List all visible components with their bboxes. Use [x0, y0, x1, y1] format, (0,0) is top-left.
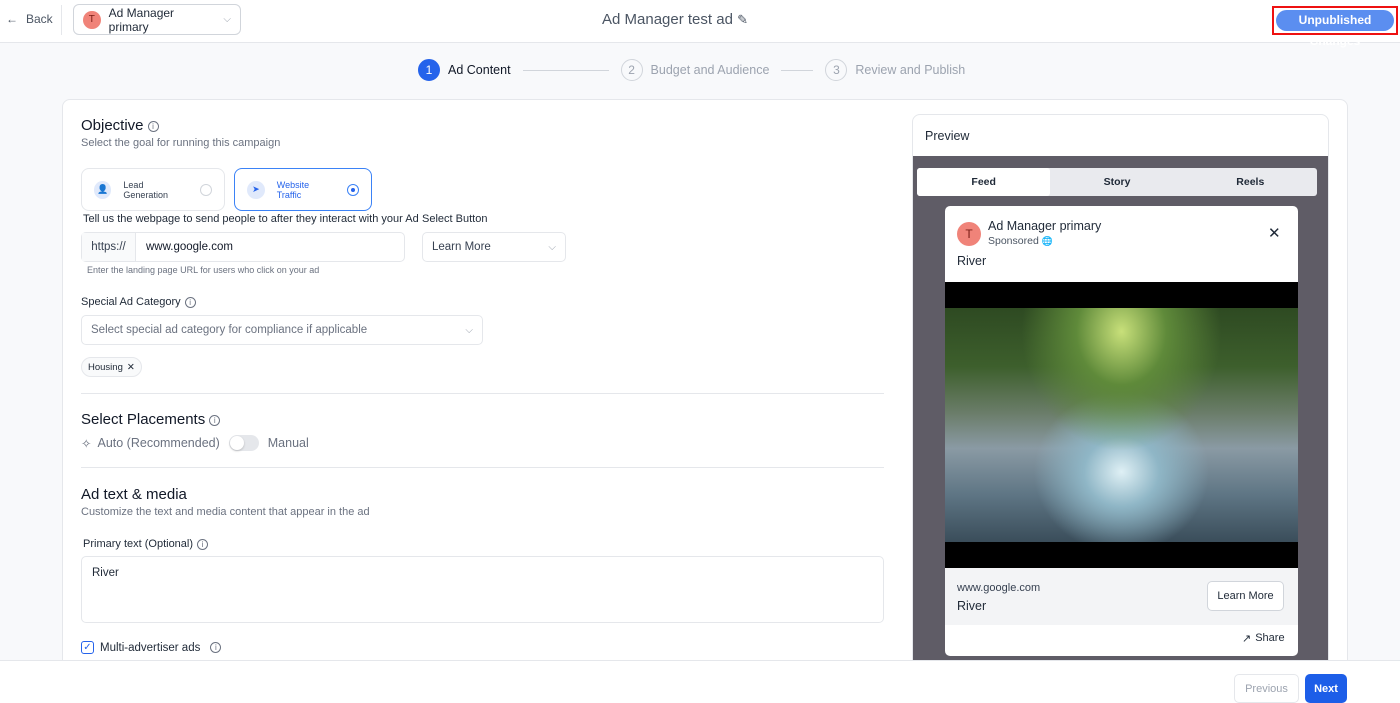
- tab-reels[interactable]: Reels: [1184, 168, 1317, 196]
- chevron-down-icon: ⌵: [223, 14, 231, 25]
- divider: [81, 467, 884, 468]
- placements-toggle-row: ✧ Auto (Recommended) Manual: [81, 435, 309, 451]
- preview-panel: Preview Feed Story Reels T Ad Manager pr…: [912, 114, 1329, 674]
- step-number: 2: [620, 59, 643, 81]
- step-label: Budget and Audience: [650, 63, 770, 77]
- user-icon: 👤: [94, 180, 112, 199]
- info-icon[interactable]: i: [209, 414, 221, 426]
- step-number: 3: [825, 59, 848, 81]
- objective-website-traffic[interactable]: ➤ Website Traffic: [234, 168, 372, 211]
- next-button[interactable]: Next: [1305, 674, 1347, 703]
- previous-button[interactable]: Previous: [1234, 674, 1299, 703]
- section-subtitle: Customize the text and media content tha…: [81, 506, 370, 518]
- step-label: Ad Content: [448, 63, 511, 77]
- select-button-label: Select Button: [422, 213, 488, 225]
- learn-more-button[interactable]: Learn More: [1207, 581, 1284, 611]
- sparkle-icon: ✧: [81, 436, 92, 451]
- share-icon: ↗: [1242, 633, 1252, 645]
- divider: [81, 393, 884, 394]
- ad-preview-card: T Ad Manager primary Sponsored 🌐 ✕ River…: [945, 206, 1298, 656]
- section-title: Ad text & media: [81, 486, 187, 503]
- step-number: 1: [418, 59, 440, 81]
- tab-feed[interactable]: Feed: [917, 168, 1051, 196]
- divider: [61, 5, 62, 35]
- placements-toggle[interactable]: [228, 435, 259, 451]
- ad-image: [945, 282, 1298, 568]
- page-title[interactable]: Ad Manager test ad ✎: [602, 11, 748, 28]
- section-subtitle: Select the goal for running this campaig…: [81, 137, 281, 149]
- checkbox[interactable]: ✓: [81, 641, 94, 654]
- chevron-down-icon: ⌵: [465, 324, 473, 336]
- special-category-select[interactable]: Select special ad category for complianc…: [81, 315, 483, 345]
- info-icon[interactable]: i: [147, 120, 159, 132]
- url-help: Enter the landing page URL for users who…: [87, 265, 320, 275]
- account-select[interactable]: T Ad Manager primary ⌵: [73, 4, 241, 35]
- footer-bar: [0, 660, 1400, 703]
- avatar: T: [957, 222, 981, 246]
- multi-advertiser-row: ✓ Multi-advertiser ads i: [81, 641, 222, 654]
- radio[interactable]: [200, 183, 212, 196]
- pencil-icon[interactable]: ✎: [737, 12, 748, 27]
- cursor-click-icon: ➤: [247, 180, 265, 199]
- preview-title: Preview: [925, 129, 970, 143]
- cta-select[interactable]: Learn More ⌵: [422, 232, 566, 262]
- step-label: Review and Publish: [855, 63, 966, 77]
- primary-text-input[interactable]: River: [81, 556, 884, 623]
- back-button[interactable]: ← Back: [6, 12, 53, 26]
- divider: [522, 69, 609, 71]
- info-icon[interactable]: i: [210, 642, 222, 653]
- share-button[interactable]: ↗ Share: [1242, 632, 1285, 645]
- chevron-down-icon: ⌵: [548, 241, 556, 253]
- url-input[interactable]: https://www.google.com: [81, 232, 405, 262]
- arrow-left-icon: ←: [6, 12, 18, 26]
- info-icon[interactable]: i: [184, 296, 196, 308]
- url-prefix: https://: [82, 233, 136, 261]
- globe-icon: 🌐: [1041, 236, 1053, 246]
- info-icon[interactable]: i: [197, 538, 209, 550]
- divider: [781, 69, 814, 71]
- special-category-label: Special Ad Category i: [81, 296, 196, 308]
- url-label: Tell us the webpage to send people to af…: [83, 213, 419, 225]
- tag-housing: Housing ✕: [81, 357, 142, 377]
- preview-tabs: Feed Story Reels: [917, 168, 1317, 196]
- objective-lead-generation[interactable]: 👤 Lead Generation: [81, 168, 225, 211]
- stepper: 1 Ad Content 2 Budget and Audience 3 Review…: [418, 59, 965, 81]
- avatar: T: [83, 10, 101, 29]
- radio[interactable]: [347, 183, 359, 196]
- tab-story[interactable]: Story: [1050, 168, 1183, 196]
- close-icon[interactable]: ✕: [127, 362, 135, 373]
- unpublished-changes-button[interactable]: Unpublished Changes: [1272, 6, 1398, 48]
- section-title: Objective i: [81, 117, 159, 134]
- close-icon[interactable]: ✕: [1268, 224, 1281, 242]
